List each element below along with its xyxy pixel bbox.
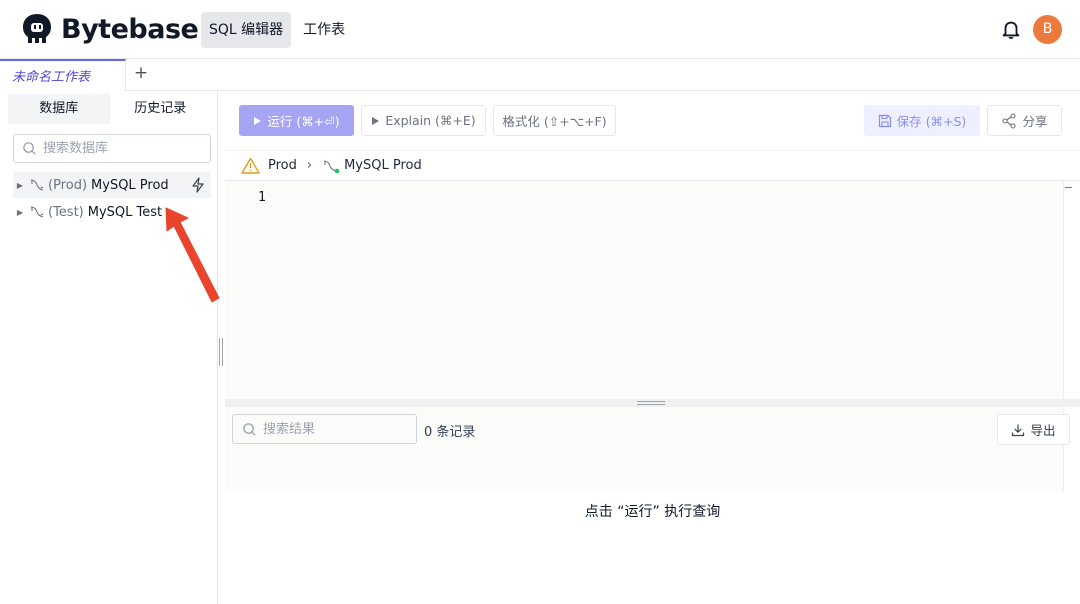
- share-button[interactable]: 分享: [987, 105, 1062, 136]
- expand-caret-icon[interactable]: ▶: [13, 181, 27, 190]
- result-resize-handle[interactable]: [225, 399, 1080, 407]
- connection-environment[interactable]: Prod: [268, 158, 297, 173]
- empty-results-message: 点击 “运行” 执行查询: [584, 504, 721, 520]
- format-button[interactable]: 格式化 (⇧+⌥+F): [493, 105, 616, 136]
- line-number: 1: [258, 190, 266, 205]
- sidebar-tab-databases[interactable]: 数据库: [8, 94, 110, 124]
- grip-icon: [637, 401, 665, 405]
- connection-instance[interactable]: MySQL Prod: [344, 158, 422, 173]
- database-search-input[interactable]: [43, 141, 193, 156]
- save-button[interactable]: 保存 (⌘+S): [864, 105, 980, 136]
- annotation-arrow-icon: [165, 207, 220, 303]
- bell-icon[interactable]: [1000, 18, 1022, 40]
- explain-label: Explain (⌘+E): [385, 113, 476, 128]
- sidebar: 数据库 历史记录 ▶ (Prod) MySQL Prod ▶ (Test) My…: [0, 91, 218, 604]
- bytebase-logo-icon: [23, 14, 51, 43]
- save-label: 保存 (⌘+S): [896, 114, 967, 129]
- result-search-box: [232, 414, 417, 444]
- sidebar-tab-history[interactable]: 历史记录: [110, 94, 212, 124]
- brand-name: Bytebase: [61, 13, 199, 45]
- nav-sql-editor[interactable]: SQL 编辑器: [201, 12, 292, 48]
- sql-editor[interactable]: 1: [225, 181, 1063, 491]
- mysql-connected-icon: [324, 159, 340, 173]
- export-label: 导出: [1030, 423, 1056, 438]
- download-icon: [1011, 423, 1025, 437]
- cursor-marker: [1065, 187, 1072, 188]
- play-icon: [253, 116, 262, 126]
- mysql-icon: [30, 206, 44, 218]
- editor-panel: 运行 (⌘+⏎) Explain (⌘+E) 格式化 (⇧+⌥+F) 保存 (⌘…: [225, 91, 1080, 604]
- run-button[interactable]: 运行 (⌘+⏎): [239, 105, 354, 136]
- run-label: 运行 (⌘+⏎): [267, 114, 340, 129]
- tab-untitled-worksheet[interactable]: 未命名工作表: [0, 59, 126, 91]
- export-button[interactable]: 导出: [997, 414, 1070, 445]
- main-nav: SQL 编辑器 工作表: [201, 12, 357, 48]
- result-search-input[interactable]: [263, 421, 403, 437]
- db-name: MySQL Prod: [91, 177, 169, 193]
- top-bar: Bytebase SQL 编辑器 工作表 B: [0, 0, 1080, 59]
- share-icon: [1001, 112, 1017, 129]
- format-label: 格式化 (⇧+⌥+F): [502, 114, 607, 129]
- add-tab-button[interactable]: +: [132, 63, 150, 83]
- expand-caret-icon[interactable]: ▶: [13, 208, 27, 217]
- search-icon: [243, 422, 256, 436]
- play-icon: [371, 116, 380, 126]
- nav-worksheets[interactable]: 工作表: [295, 12, 353, 48]
- record-count: 0 条记录: [424, 425, 476, 440]
- sidebar-resize-handle[interactable]: [219, 338, 223, 366]
- worksheet-tab-bar: 未命名工作表 +: [0, 59, 1080, 91]
- warning-icon: [241, 157, 260, 174]
- tree-item-mysql-prod[interactable]: ▶ (Prod) MySQL Prod: [13, 172, 211, 198]
- bytebase-logo[interactable]: Bytebase: [20, 12, 199, 46]
- database-search-box: [13, 134, 211, 163]
- mysql-icon: [30, 179, 44, 191]
- db-environment: (Test): [48, 204, 84, 220]
- explain-button[interactable]: Explain (⌘+E): [361, 105, 486, 136]
- connection-breadcrumb: Prod › MySQL Prod: [225, 150, 1080, 181]
- chevron-right-icon: ›: [306, 158, 313, 173]
- search-icon: [23, 142, 36, 155]
- db-name: MySQL Test: [87, 204, 163, 220]
- sidebar-tabs: 数据库 历史记录: [8, 94, 211, 124]
- save-icon: [878, 114, 892, 128]
- db-environment: (Prod): [48, 177, 88, 193]
- share-label: 分享: [1022, 114, 1048, 129]
- user-avatar[interactable]: B: [1033, 15, 1062, 44]
- lightning-icon: [192, 177, 204, 193]
